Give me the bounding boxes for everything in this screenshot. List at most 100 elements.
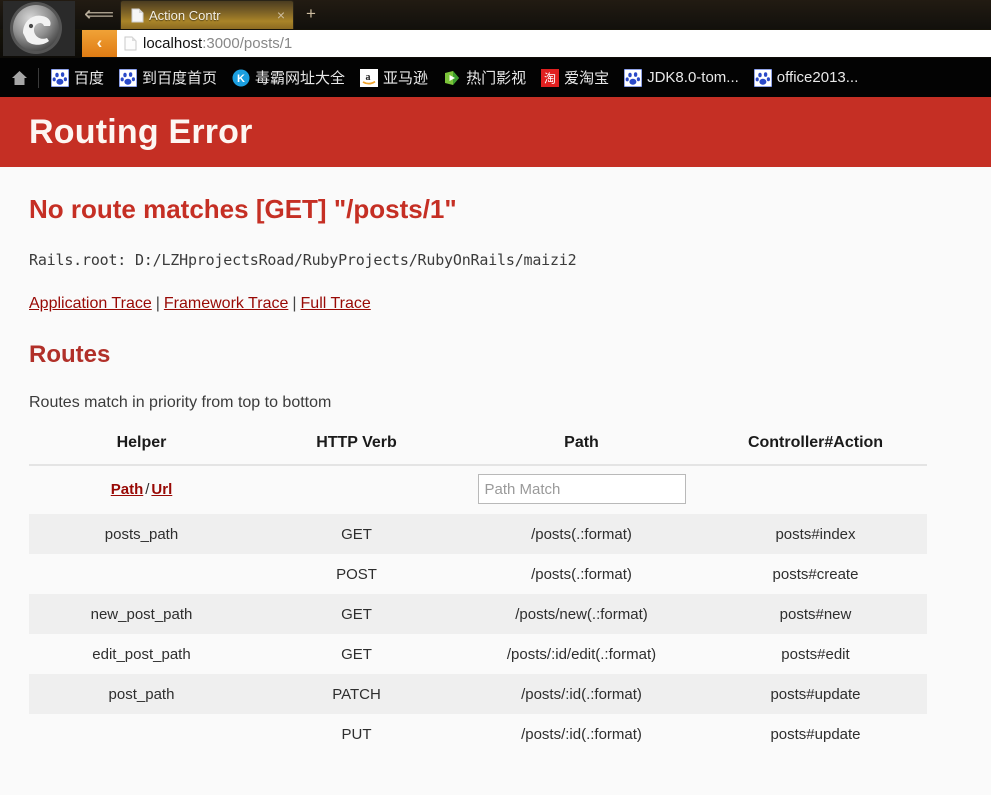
routes-table-head: Helper HTTP Verb Path Controller#Action: [29, 434, 927, 466]
bookmark-item-hot-video[interactable]: 热门影视: [437, 64, 532, 92]
cell-http-verb: GET: [341, 605, 372, 623]
close-icon[interactable]: ×: [273, 8, 289, 22]
helper-url-link[interactable]: Url: [151, 481, 172, 498]
home-icon[interactable]: [6, 66, 32, 90]
browser-tab[interactable]: Action Contr ×: [120, 0, 294, 29]
cell-controller-action: posts#index: [775, 525, 856, 543]
bookmark-label: office2013...: [776, 69, 859, 86]
table-row: edit_post_path GET /posts/:id/edit(.:for…: [29, 634, 927, 674]
trace-separator: |: [155, 295, 160, 312]
error-message-heading: No route matches [GET] "/posts/1": [29, 194, 457, 224]
column-header-http-verb: HTTP Verb: [254, 434, 459, 466]
helper-path-url-toggle: Path / Url: [29, 465, 254, 514]
page-content: Routing Error No route matches [GET] "/p…: [0, 97, 991, 795]
svg-text:淘: 淘: [544, 71, 556, 85]
baidu-paw-icon: [118, 68, 138, 87]
bookmark-item-office2013[interactable]: office2013...: [748, 64, 864, 92]
bookmark-label: 爱淘宝: [564, 70, 610, 87]
table-row: POST /posts(.:format) posts#create: [29, 554, 927, 594]
taobao-icon: 淘: [541, 68, 560, 87]
cell-controller-action: posts#create: [772, 565, 859, 583]
cheetah-browser-logo[interactable]: [3, 1, 75, 56]
page-favicon: [124, 36, 137, 51]
baidu-paw-icon: [50, 68, 70, 87]
bookmark-label: JDK8.0-tom...: [647, 69, 739, 86]
baidu-paw-icon: [753, 68, 773, 87]
cell-path: /posts/:id/edit(.:format): [506, 645, 657, 663]
bookmark-item-baidu[interactable]: 百度: [45, 64, 110, 92]
cell-path: /posts/:id(.:format): [521, 725, 642, 743]
cell-controller-action: posts#update: [770, 685, 861, 703]
bookmark-item-duba[interactable]: K 毒霸网址大全: [226, 64, 351, 92]
path-search-input[interactable]: [477, 474, 686, 504]
svg-text:a: a: [366, 72, 371, 83]
routes-table: Helper HTTP Verb Path Controller#Action …: [29, 434, 927, 754]
cell-path: /posts/:id(.:format): [521, 685, 642, 703]
page-favicon: [131, 8, 144, 23]
cell-path: /posts(.:format): [531, 565, 632, 583]
routes-subtitle: Routes match in priority from top to bot…: [29, 394, 332, 411]
kingsoft-k-icon: K: [232, 69, 250, 87]
browser-chrome: ⟸ Action Contr × + ‹ localhost:3000/post…: [0, 0, 991, 58]
bookmark-item-jdk8[interactable]: JDK8.0-tom...: [618, 64, 745, 92]
framework-trace-link[interactable]: Framework Trace: [164, 295, 288, 312]
bookmark-item-taobao[interactable]: 淘 爱淘宝: [535, 64, 615, 92]
cell-helper: [29, 714, 254, 754]
cell-helper: edit_post_path: [92, 645, 191, 663]
browser-tab-title: Action Contr: [149, 7, 221, 23]
table-header-row: Helper HTTP Verb Path Controller#Action: [29, 434, 927, 466]
routes-table-body: Path/Url posts_path GET /posts(.:format)…: [29, 465, 927, 754]
cell-path: /posts(.:format): [531, 525, 632, 543]
search-row-verb-cell: [254, 465, 459, 514]
cell-path: /posts/new(.:format): [515, 605, 648, 623]
column-header-path: Path: [459, 434, 704, 466]
table-row: new_post_path GET /posts/new(.:format) p…: [29, 594, 927, 634]
routes-heading: Routes: [29, 341, 111, 368]
column-header-controller-action: Controller#Action: [704, 434, 927, 466]
url-bar[interactable]: localhost:3000/posts/1: [117, 30, 991, 57]
amazon-icon: a: [360, 68, 379, 87]
bookmarks-bar: 百度 到百度首页 K 毒霸网址大全 a 亚马逊 热门影视 淘 爱淘宝 JDK8.…: [0, 58, 991, 97]
cell-helper: posts_path: [104, 525, 179, 543]
content-body: No route matches [GET] "/posts/1" Rails.…: [0, 167, 991, 754]
page-title: Routing Error: [29, 112, 253, 151]
baidu-paw-icon: [623, 68, 643, 87]
video-play-icon: [443, 69, 461, 87]
bookmark-label: 百度: [74, 70, 105, 87]
svg-text:K: K: [237, 73, 245, 85]
trace-links: Application Trace | Framework Trace | Full T…: [29, 269, 962, 313]
cell-http-verb: PATCH: [332, 685, 381, 703]
helper-path-link[interactable]: Path: [111, 481, 144, 498]
table-row: posts_path GET /posts(.:format) posts#in…: [29, 514, 927, 554]
cell-controller-action: posts#update: [770, 725, 861, 743]
application-trace-link[interactable]: Application Trace: [29, 295, 152, 312]
column-header-helper: Helper: [29, 434, 254, 466]
new-tab-button[interactable]: +: [300, 3, 322, 26]
table-row: PUT /posts/:id(.:format) posts#update: [29, 714, 927, 754]
cell-http-verb: GET: [341, 525, 372, 543]
bookmark-label: 毒霸网址大全: [255, 70, 346, 87]
url-text: localhost:3000/posts/1: [143, 35, 292, 52]
cell-helper: new_post_path: [90, 605, 193, 623]
route-search-row: Path / Url: [29, 465, 927, 514]
search-row-action-cell: [704, 465, 927, 514]
rails-root-text: Rails.root: D:/LZHprojectsRoad/RubyProje…: [29, 251, 577, 269]
url-path: :3000/posts/1: [202, 35, 293, 52]
trace-separator: |: [292, 295, 297, 312]
bookmark-item-baidu-home[interactable]: 到百度首页: [113, 64, 223, 92]
table-row: post_path PATCH /posts/:id(.:format) pos…: [29, 674, 927, 714]
address-back-button[interactable]: ‹: [82, 30, 117, 57]
full-trace-link[interactable]: Full Trace: [301, 295, 371, 312]
bookmark-label: 到百度首页: [142, 70, 218, 87]
error-banner: Routing Error: [0, 97, 991, 167]
bookmark-label: 热门影视: [466, 70, 527, 87]
cell-controller-action: posts#edit: [781, 645, 850, 663]
cell-helper: post_path: [108, 685, 175, 703]
back-arrow-icon[interactable]: ⟸: [82, 2, 116, 28]
search-row-path-cell: [459, 465, 704, 514]
cell-http-verb: PUT: [341, 725, 372, 743]
url-host: localhost: [143, 35, 203, 52]
bookmark-item-amazon[interactable]: a 亚马逊: [354, 64, 434, 92]
cell-http-verb: POST: [336, 565, 377, 583]
cell-http-verb: GET: [341, 645, 372, 663]
